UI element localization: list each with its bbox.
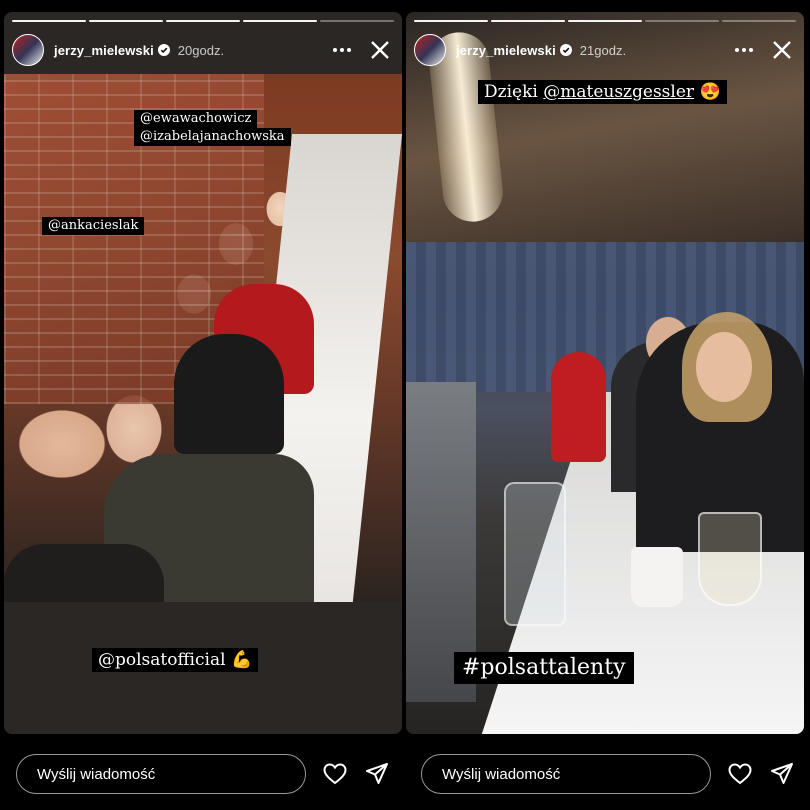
story-right[interactable]: jerzy_mielewski 21godz. Dzięki @mateuszg… xyxy=(406,12,804,734)
avatar[interactable] xyxy=(12,34,44,66)
close-icon[interactable] xyxy=(770,38,794,62)
story-photo: @ewawachowicz @izabelajanachowska @ankac… xyxy=(4,74,402,602)
hashtag-sticker[interactable]: #polsattalenty xyxy=(454,652,634,684)
story-time: 21godz. xyxy=(579,42,627,58)
story-photo xyxy=(406,12,804,734)
mention-sticker[interactable]: @izabelajanachowska xyxy=(134,128,291,146)
story-progress-bar xyxy=(12,20,394,22)
more-icon[interactable] xyxy=(732,38,756,62)
message-input[interactable]: Wyślij wiadomość xyxy=(421,754,711,794)
heart-icon[interactable] xyxy=(727,761,753,787)
caption-text: Dzięki xyxy=(484,82,538,102)
caption-mention[interactable]: @mateuszgessler xyxy=(543,82,694,102)
caption-sticker[interactable]: @polsatofficial 💪 xyxy=(92,648,259,672)
send-icon[interactable] xyxy=(364,761,390,787)
verified-icon xyxy=(559,44,572,56)
message-input[interactable]: Wyślij wiadomość xyxy=(16,754,306,794)
caption-mention: @polsatofficial xyxy=(98,650,226,670)
story-progress-bar xyxy=(414,20,796,22)
caption-sticker[interactable]: Dzięki @mateuszgessler 😍 xyxy=(478,80,727,104)
username[interactable]: jerzy_mielewski xyxy=(54,43,154,58)
close-icon[interactable] xyxy=(368,38,392,62)
reply-bar: Wyślij wiadomość xyxy=(405,746,810,802)
story-header: jerzy_mielewski 21godz. xyxy=(414,34,794,66)
verified-icon xyxy=(157,44,170,56)
flexed-biceps-emoji: 💪 xyxy=(230,650,253,670)
story-time: 20godz. xyxy=(177,42,225,58)
mention-sticker[interactable]: @ewawachowicz xyxy=(134,110,258,128)
send-icon[interactable] xyxy=(769,761,795,787)
mention-sticker[interactable]: @ankacieslak xyxy=(42,217,145,235)
heart-icon[interactable] xyxy=(322,761,348,787)
story-left[interactable]: jerzy_mielewski 20godz. @ewawachowicz @i… xyxy=(4,12,402,734)
story-header: jerzy_mielewski 20godz. xyxy=(12,34,392,66)
more-icon[interactable] xyxy=(330,38,354,62)
username[interactable]: jerzy_mielewski xyxy=(456,43,556,58)
heart-eyes-emoji: 😍 xyxy=(699,82,721,102)
reply-bar: Wyślij wiadomość xyxy=(0,746,405,802)
avatar[interactable] xyxy=(414,34,446,66)
